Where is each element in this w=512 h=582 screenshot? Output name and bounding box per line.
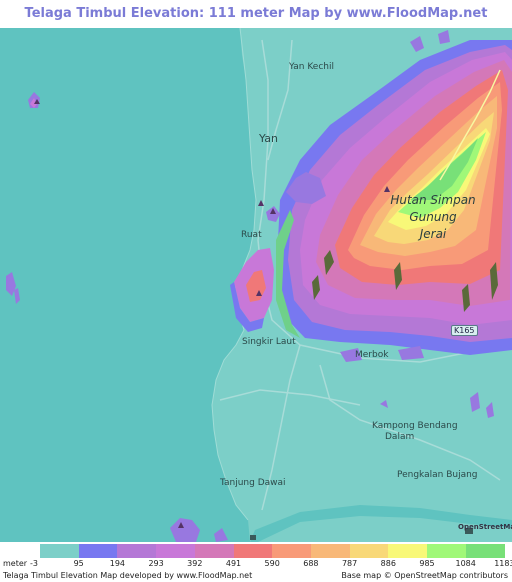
legend-tick-label: -3 (30, 559, 38, 568)
map-title: Telaga Timbul Elevation: 111 meter Map b… (24, 6, 488, 49)
legend-swatch (156, 544, 196, 558)
legend-swatch (310, 544, 351, 558)
legend-tick-label: 1183 (494, 559, 512, 568)
place-ruat: Ruat (241, 230, 262, 240)
place-pengkalan-bujang: Pengkalan Bujang (397, 470, 478, 480)
legend-swatch (272, 544, 312, 558)
openstreetmap-logo: OpenStreetMap (458, 523, 512, 531)
legend-tick-label: 985 (419, 559, 435, 568)
place-tanjung-dawai: Tanjung Dawai (220, 478, 286, 488)
legend-tick-label: 194 (109, 559, 126, 568)
legend-tick-label: 491 (225, 559, 242, 568)
forest-label-line3: Jerai (419, 227, 447, 241)
credit-floodmap[interactable]: Telaga Timbul Elevation Map developed by… (3, 571, 252, 580)
elevation-legend: meter -3 95 194 293 392 491 590 688 787 886 985 108… (0, 542, 512, 582)
legend-tick-label: 95 (73, 559, 84, 568)
legend-tick-label: 688 (303, 559, 319, 568)
legend-tick-label: 590 (264, 559, 280, 568)
place-merbok: Merbok (355, 350, 389, 360)
forest-label-line1: Hutan Simpan (390, 193, 476, 207)
elevation-map[interactable] (0, 28, 512, 542)
place-yan: Yan (259, 132, 278, 145)
legend-swatch (349, 544, 389, 558)
legend-tick-label: 293 (148, 559, 164, 568)
legend-swatch (40, 544, 80, 558)
road-shield-k165: K165 (451, 325, 478, 336)
legend-swatch (194, 544, 234, 558)
forest-label-line2: Gunung (409, 210, 457, 224)
place-dalam: Dalam (385, 432, 415, 442)
legend-swatch (117, 544, 157, 558)
credit-openstreetmap[interactable]: Base map © OpenStreetMap contributors (341, 571, 508, 580)
place-yan-kechil: Yan Kechil (289, 62, 334, 72)
legend-swatch (78, 544, 118, 558)
legend-swatch (427, 544, 467, 558)
legend-tick-label: 1084 (455, 559, 476, 568)
legend-tick-label: 787 (341, 559, 358, 568)
place-singkir-laut: Singkir Laut (242, 337, 296, 347)
legend-swatch (465, 544, 505, 558)
legend-tick-label: 392 (187, 559, 203, 568)
forest-reserve-label: Hutan Simpan Gunung Jerai (378, 192, 488, 243)
legend-tick-label: 886 (380, 559, 396, 568)
legend-swatch (388, 544, 428, 558)
place-kampong-bendang: Kampong Bendang (372, 421, 458, 431)
legend-swatch (233, 544, 273, 558)
